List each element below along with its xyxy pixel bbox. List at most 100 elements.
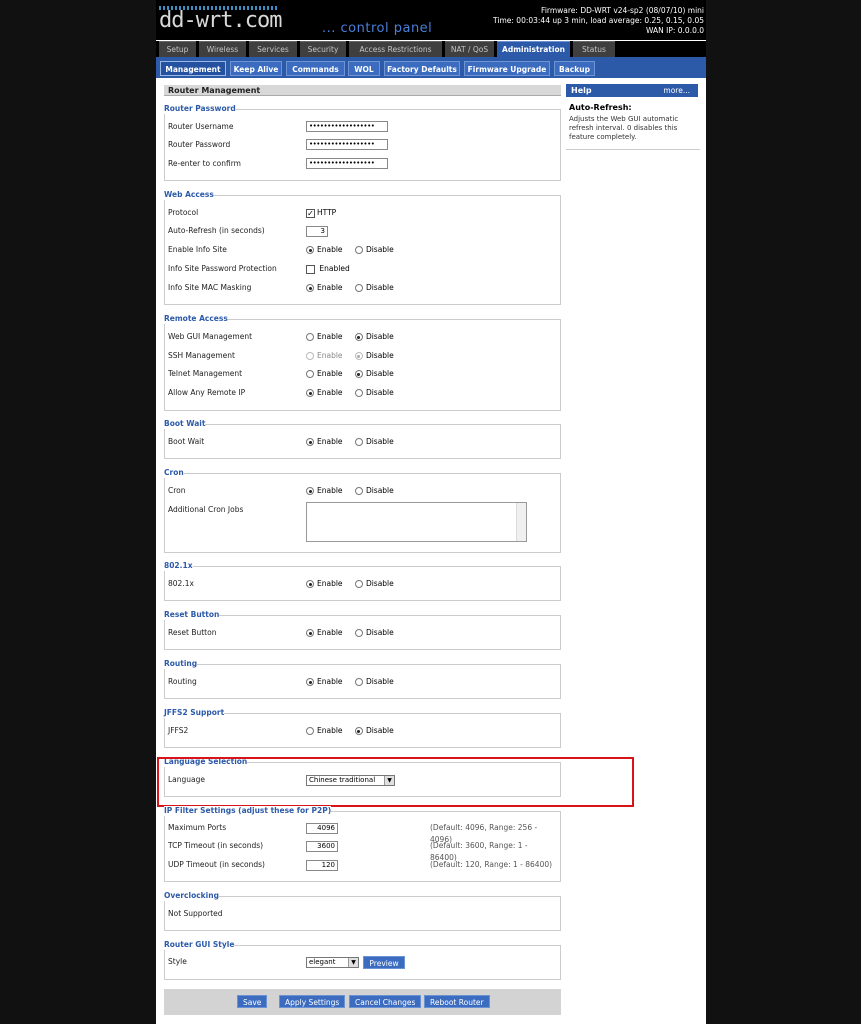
- help-body: Auto-Refresh: Adjusts the Web GUI automa…: [566, 101, 700, 150]
- help-more-link[interactable]: more...: [663, 84, 690, 97]
- telnet-enable-label: Enable: [317, 369, 343, 378]
- cron-jobs-textarea[interactable]: [306, 502, 527, 542]
- router-password-input[interactable]: ••••••••••••••••••: [306, 139, 388, 150]
- info-site-disable-label: Disable: [365, 245, 394, 254]
- language-label: Language: [168, 775, 206, 784]
- router-username-input[interactable]: ••••••••••••••••••: [306, 121, 388, 132]
- reset-button-disable-label: Disable: [365, 628, 394, 637]
- tab-services[interactable]: Services: [249, 41, 297, 57]
- apply-settings-button[interactable]: Apply Settings: [279, 995, 346, 1008]
- ssh-enable-label: Enable: [317, 351, 343, 360]
- jffs2-enable-label: Enable: [317, 726, 343, 735]
- info-site-mac-disable-radio[interactable]: [354, 284, 363, 292]
- web-gui-disable-radio[interactable]: [354, 333, 363, 341]
- dot1x-disable-radio[interactable]: [354, 580, 363, 588]
- boot-wait-disable-label: Disable: [365, 437, 394, 446]
- any-ip-enable-radio[interactable]: [306, 389, 314, 397]
- info-site-mac-row: Info Site MAC Masking Enable Disable: [168, 282, 553, 294]
- cron-legend: Cron: [164, 468, 184, 478]
- web-gui-management-label: Web GUI Management: [168, 332, 253, 341]
- tab-nat-qos[interactable]: NAT / QoS: [445, 41, 494, 57]
- ssh-management-label: SSH Management: [168, 351, 235, 360]
- routing-enable-radio[interactable]: [306, 678, 314, 686]
- firmware-info: Firmware: DD-WRT v24-sp2 (08/07/10) mini…: [493, 6, 704, 36]
- wan-ip: WAN IP: 0.0.0.0: [645, 26, 704, 35]
- router-username-label: Router Username: [168, 122, 234, 131]
- ssh-disable-label: Disable: [365, 351, 394, 360]
- cron-jobs-scrollbar[interactable]: [516, 503, 526, 541]
- cron-disable-radio[interactable]: [354, 487, 363, 495]
- web-gui-enable-label: Enable: [317, 332, 343, 341]
- gui-style-legend: Router GUI Style: [164, 940, 235, 950]
- boot-wait-enable-label: Enable: [317, 437, 343, 446]
- tcp-timeout-input[interactable]: 3600: [306, 841, 338, 852]
- info-site-mac-label: Info Site MAC Masking: [168, 283, 252, 292]
- udp-timeout-hint: (Default: 120, Range: 1 - 86400): [430, 860, 553, 869]
- subtab-firmware-upgrade[interactable]: Firmware Upgrade: [464, 61, 550, 76]
- routing-disable-radio[interactable]: [354, 678, 363, 686]
- info-site-password-label: Info Site Password Protection: [168, 264, 277, 273]
- info-site-mac-enable-radio[interactable]: [306, 284, 314, 292]
- dot1x-legend: 802.1x: [164, 561, 193, 571]
- info-site-label: Enable Info Site: [168, 245, 227, 254]
- language-select[interactable]: Chinese traditional ▼: [306, 774, 395, 786]
- http-label: HTTP: [317, 208, 337, 217]
- jffs2-row: JFFS2 Enable Disable: [168, 725, 553, 737]
- jffs2-disable-radio[interactable]: [354, 727, 363, 735]
- preview-button[interactable]: Preview: [363, 956, 405, 969]
- boot-wait-label: Boot Wait: [168, 437, 205, 446]
- udp-timeout-row: UDP Timeout (in seconds) 120 (Default: 1…: [168, 859, 553, 871]
- telnet-disable-radio[interactable]: [354, 370, 363, 378]
- router-password-confirm-input[interactable]: ••••••••••••••••••: [306, 158, 388, 169]
- subtab-backup[interactable]: Backup: [554, 61, 595, 76]
- reset-button-enable-radio[interactable]: [306, 629, 314, 637]
- reset-button-disable-radio[interactable]: [354, 629, 363, 637]
- save-button[interactable]: Save: [237, 995, 268, 1008]
- tcp-timeout-row: TCP Timeout (in seconds) 3600 (Default: …: [168, 840, 553, 862]
- telnet-enable-radio[interactable]: [306, 370, 314, 378]
- gui-style-select[interactable]: elegant ▼: [306, 957, 359, 968]
- logo: dd-wrt.com: [159, 6, 282, 32]
- info-site-password-checkbox[interactable]: [306, 264, 315, 274]
- tab-access-restrictions[interactable]: Access Restrictions: [349, 41, 442, 57]
- subtab-wol[interactable]: WOL: [348, 61, 380, 76]
- tab-wireless[interactable]: Wireless: [199, 41, 246, 57]
- firmware-version: Firmware: DD-WRT v24-sp2 (08/07/10) mini: [541, 6, 704, 15]
- max-ports-input[interactable]: 4096: [306, 823, 338, 834]
- cron-jobs-row: Additional Cron Jobs: [168, 502, 553, 544]
- any-ip-disable-radio[interactable]: [354, 389, 363, 397]
- web-gui-enable-radio[interactable]: [306, 333, 314, 341]
- info-site-enable-radio[interactable]: [306, 246, 314, 254]
- cron-row: Cron Enable Disable: [168, 485, 553, 497]
- tab-status[interactable]: Status: [573, 41, 615, 57]
- info-site-disable-radio[interactable]: [354, 246, 363, 254]
- ip-filter-legend: IP Filter Settings (adjust these for P2P…: [164, 806, 332, 816]
- boot-wait-enable-radio[interactable]: [306, 438, 314, 446]
- tab-setup[interactable]: Setup: [159, 41, 196, 57]
- ssh-enable-radio: [306, 352, 314, 360]
- dot1x-enable-radio[interactable]: [306, 580, 314, 588]
- reset-button-row: Reset Button Enable Disable: [168, 627, 553, 639]
- cron-label: Cron: [168, 486, 186, 495]
- cron-enable-radio[interactable]: [306, 487, 314, 495]
- tab-security[interactable]: Security: [300, 41, 346, 57]
- tab-administration[interactable]: Administration: [497, 41, 570, 57]
- dot1x-enable-label: Enable: [317, 579, 343, 588]
- subtab-keep-alive[interactable]: Keep Alive: [230, 61, 282, 76]
- jffs2-enable-radio[interactable]: [306, 727, 314, 735]
- subtab-management[interactable]: Management: [160, 61, 226, 76]
- reboot-router-button[interactable]: Reboot Router: [424, 995, 490, 1008]
- reset-button-enable-label: Enable: [317, 628, 343, 637]
- subtab-factory-defaults[interactable]: Factory Defaults: [384, 61, 460, 76]
- dot1x-label: 802.1x: [168, 579, 194, 588]
- udp-timeout-input[interactable]: 120: [306, 860, 338, 871]
- chevron-down-icon: ▼: [348, 958, 358, 967]
- http-checkbox[interactable]: ✓: [306, 208, 315, 218]
- cancel-changes-button[interactable]: Cancel Changes: [349, 995, 422, 1008]
- jffs2-legend: JFFS2 Support: [164, 708, 225, 718]
- ssh-management-row: SSH Management Enable Disable: [168, 350, 553, 362]
- boot-wait-disable-radio[interactable]: [354, 438, 363, 446]
- subtab-commands[interactable]: Commands: [286, 61, 345, 76]
- boot-wait-row: Boot Wait Enable Disable: [168, 436, 553, 448]
- auto-refresh-input[interactable]: 3: [306, 226, 328, 237]
